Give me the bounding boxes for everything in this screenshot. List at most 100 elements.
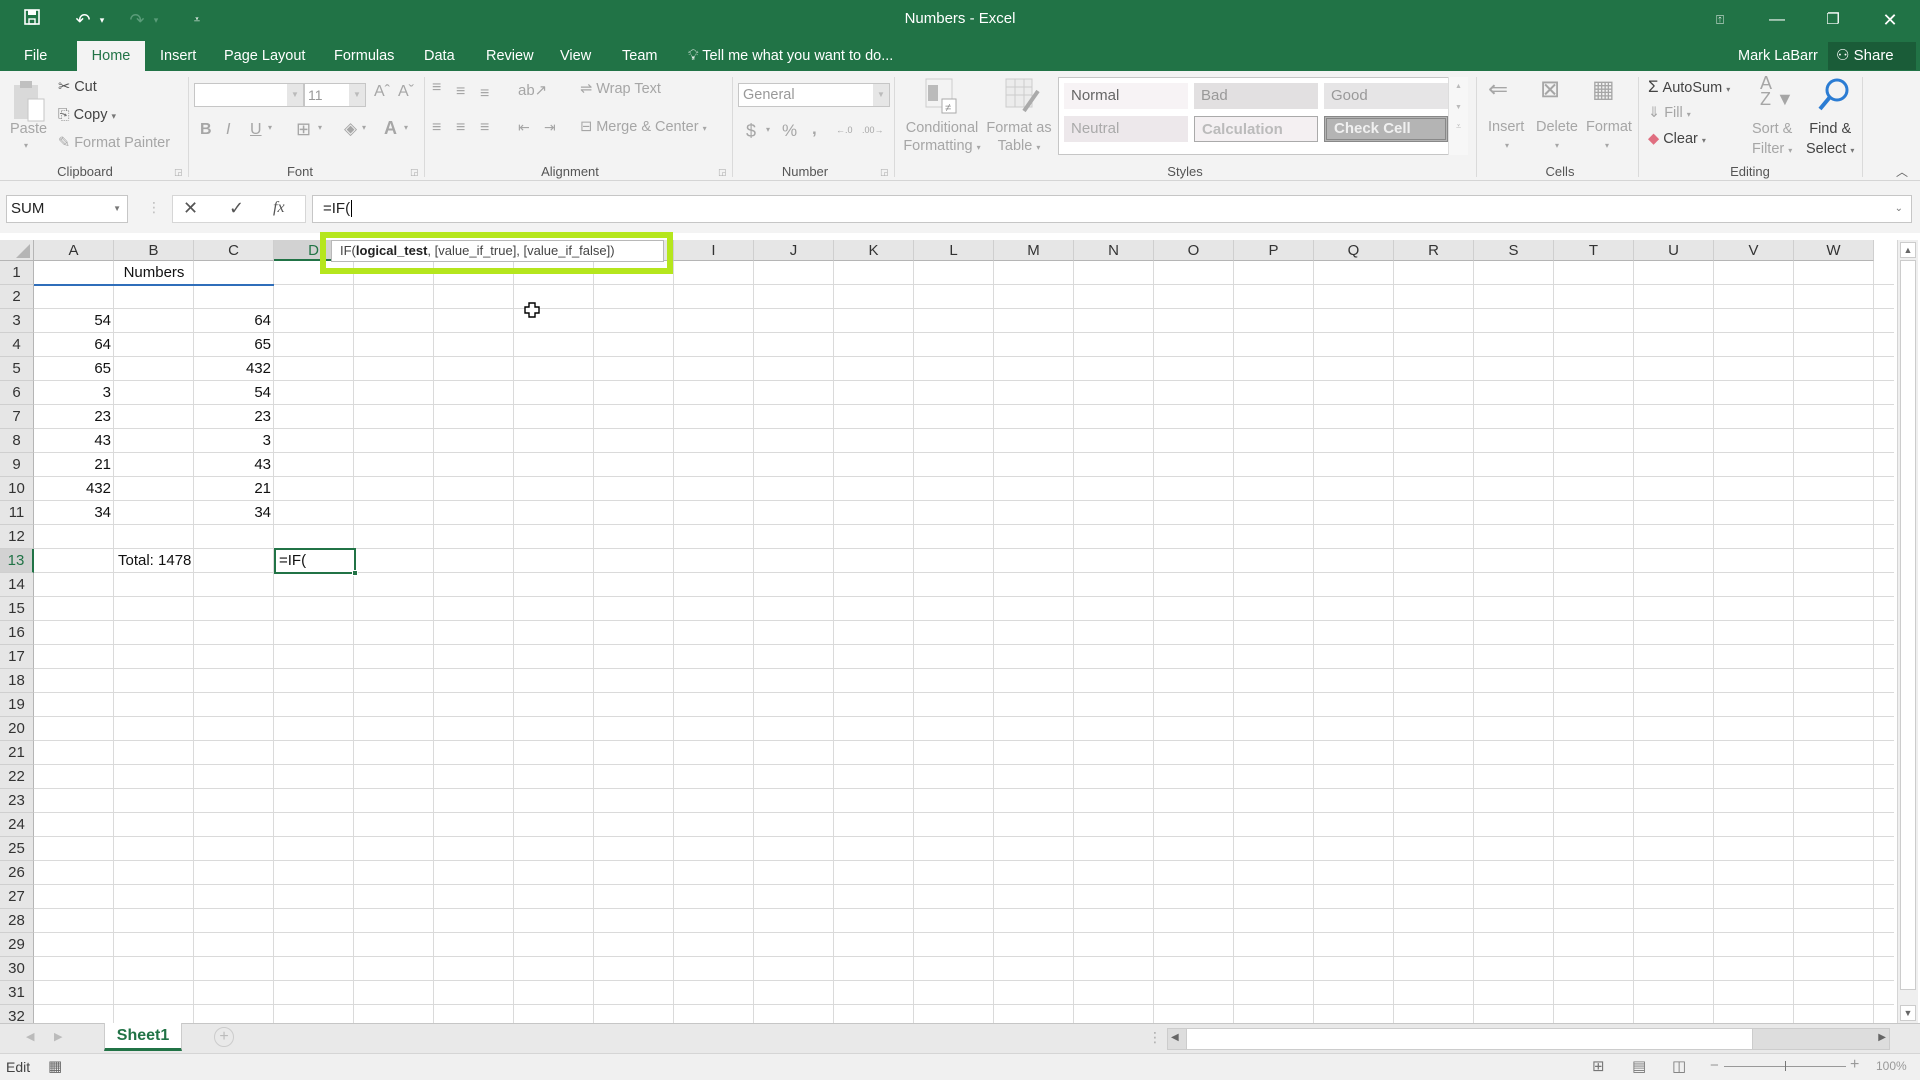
tab-team[interactable]: Team <box>612 41 667 71</box>
increase-indent-icon[interactable]: ⇥ <box>544 119 556 136</box>
cell-a7[interactable]: 23 <box>34 405 114 429</box>
cell-a11[interactable]: 34 <box>34 501 114 525</box>
cell-c3[interactable]: 64 <box>194 309 274 333</box>
function-argument-tooltip[interactable]: IF(logical_test, [value_if_true], [value… <box>331 240 664 262</box>
delete-cells-button[interactable]: Delete <box>1536 119 1578 135</box>
page-layout-view-icon[interactable]: ▤ <box>1632 1057 1646 1075</box>
sort-filter-button[interactable]: Sort & Filter ▾ <box>1752 119 1792 161</box>
column-header-a[interactable]: A <box>34 240 114 261</box>
autosum-button[interactable]: Σ AutoSum ▾ <box>1648 77 1730 97</box>
enter-icon[interactable]: ✓ <box>229 198 244 219</box>
row-header-16[interactable]: 16 <box>0 621 34 645</box>
tab-review[interactable]: Review <box>476 41 544 71</box>
decrease-indent-icon[interactable]: ⇤ <box>518 119 530 136</box>
cell-a5[interactable]: 65 <box>34 357 114 381</box>
cell-c5[interactable]: 432 <box>194 357 274 381</box>
row-header-13[interactable]: 13 <box>0 549 34 573</box>
borders-icon[interactable]: ⊞ <box>296 119 311 140</box>
row-header-12[interactable]: 12 <box>0 525 34 549</box>
column-header-s[interactable]: S <box>1474 240 1554 261</box>
scroll-left-icon[interactable]: ◀ <box>1171 1032 1179 1043</box>
macro-recording-icon[interactable]: ▦ <box>48 1057 62 1075</box>
insert-function-icon[interactable]: fx <box>273 199 285 217</box>
row-header-32[interactable]: 32 <box>0 1005 34 1023</box>
column-header-r[interactable]: R <box>1394 240 1474 261</box>
row-header-9[interactable]: 9 <box>0 453 34 477</box>
row-header-2[interactable]: 2 <box>0 285 34 309</box>
zoom-slider-thumb[interactable] <box>1785 1061 1786 1071</box>
cut-button[interactable]: ✂ Cut <box>58 79 97 95</box>
scroll-right-icon[interactable]: ▶ <box>1878 1032 1886 1043</box>
column-header-q[interactable]: Q <box>1314 240 1394 261</box>
row-header-28[interactable]: 28 <box>0 909 34 933</box>
top-align-icon[interactable]: ≡ <box>432 79 441 97</box>
fill-handle[interactable] <box>352 570 358 576</box>
row-header-3[interactable]: 3 <box>0 309 34 333</box>
styles-gallery-scroll[interactable]: ▲ ▼ ⩡ <box>1448 77 1468 155</box>
cell-c9[interactable]: 43 <box>194 453 274 477</box>
cell-a4[interactable]: 64 <box>34 333 114 357</box>
tab-page-layout[interactable]: Page Layout <box>214 41 315 71</box>
insert-cells-button[interactable]: Insert <box>1488 119 1524 135</box>
tab-split-handle-icon[interactable]: ⋮ <box>1148 1029 1162 1046</box>
column-header-w[interactable]: W <box>1794 240 1874 261</box>
column-header-o[interactable]: O <box>1154 240 1234 261</box>
wrap-text-button[interactable]: ⇌ Wrap Text <box>580 81 661 97</box>
tab-file[interactable]: File <box>14 41 57 71</box>
copy-button[interactable]: ⎘ Copy ▾ <box>58 107 116 123</box>
underline-button[interactable]: U <box>250 121 262 139</box>
formula-input[interactable]: =IF( ⌄ <box>312 195 1912 223</box>
column-header-k[interactable]: K <box>834 240 914 261</box>
column-header-l[interactable]: L <box>914 240 994 261</box>
user-name[interactable]: Mark LaBarr <box>1738 41 1818 71</box>
horizontal-scrollbar[interactable]: ◀ ▶ <box>1167 1028 1890 1050</box>
column-header-p[interactable]: P <box>1234 240 1314 261</box>
borders-dropdown-icon[interactable]: ▾ <box>318 123 322 132</box>
conditional-formatting-icon[interactable]: ≠ <box>924 77 960 115</box>
select-all-button[interactable] <box>0 240 34 261</box>
conditional-formatting-button[interactable]: Conditional Formatting ▾ <box>900 119 984 157</box>
name-box[interactable]: SUM ▼ <box>6 195 128 223</box>
vertical-scrollbar[interactable]: ▲ ▼ <box>1897 240 1918 1023</box>
cell-a9[interactable]: 21 <box>34 453 114 477</box>
row-header-4[interactable]: 4 <box>0 333 34 357</box>
fill-button[interactable]: ⇓ Fill ▾ <box>1648 105 1691 121</box>
row-header-21[interactable]: 21 <box>0 741 34 765</box>
tell-me-search[interactable]: 💡︎ Tell me what you want to do... <box>688 41 893 71</box>
normal-view-icon[interactable]: ⊞ <box>1592 1057 1605 1075</box>
format-cells-icon[interactable]: ▦ <box>1592 75 1615 104</box>
insert-cells-icon[interactable]: ⇐ <box>1488 75 1508 104</box>
bottom-align-icon[interactable]: ≡ <box>480 85 489 103</box>
currency-button[interactable]: $ <box>746 121 756 142</box>
close-icon[interactable]: ✕ <box>1870 6 1910 34</box>
prev-sheet-icon[interactable]: ◀ <box>26 1030 34 1043</box>
scroll-down-icon[interactable]: ▼ <box>1900 1005 1916 1021</box>
style-bad[interactable]: Bad <box>1194 83 1318 109</box>
increase-font-icon[interactable]: Aˆ <box>374 83 390 101</box>
tab-insert[interactable]: Insert <box>150 41 206 71</box>
format-painter-button[interactable]: ✎ Format Painter <box>58 135 170 151</box>
row-header-29[interactable]: 29 <box>0 933 34 957</box>
cell-c10[interactable]: 21 <box>194 477 274 501</box>
align-center-icon[interactable]: ≡ <box>456 119 465 137</box>
cell-c8[interactable]: 3 <box>194 429 274 453</box>
style-normal[interactable]: Normal <box>1064 83 1188 109</box>
number-format-select[interactable]: General ▼ <box>738 83 890 107</box>
name-box-dropdown-icon[interactable]: ▼ <box>113 196 121 222</box>
cell-c7[interactable]: 23 <box>194 405 274 429</box>
number-launcher-icon[interactable]: ◲ <box>880 167 889 178</box>
column-header-m[interactable]: M <box>994 240 1074 261</box>
alignment-launcher-icon[interactable]: ◲ <box>718 167 727 178</box>
gallery-down-icon[interactable]: ▼ <box>1449 104 1468 111</box>
style-calculation[interactable]: Calculation <box>1194 116 1318 142</box>
expand-formula-bar-icon[interactable]: ⌄ <box>1895 196 1903 222</box>
cell-c4[interactable]: 65 <box>194 333 274 357</box>
underline-dropdown-icon[interactable]: ▾ <box>268 123 272 132</box>
column-header-b[interactable]: B <box>114 240 194 261</box>
cell-a3[interactable]: 54 <box>34 309 114 333</box>
cell-a8[interactable]: 43 <box>34 429 114 453</box>
paste-dropdown-icon[interactable]: ▾ <box>24 141 28 150</box>
magnifier-icon[interactable] <box>1815 77 1851 113</box>
row-header-11[interactable]: 11 <box>0 501 34 525</box>
row-header-7[interactable]: 7 <box>0 405 34 429</box>
